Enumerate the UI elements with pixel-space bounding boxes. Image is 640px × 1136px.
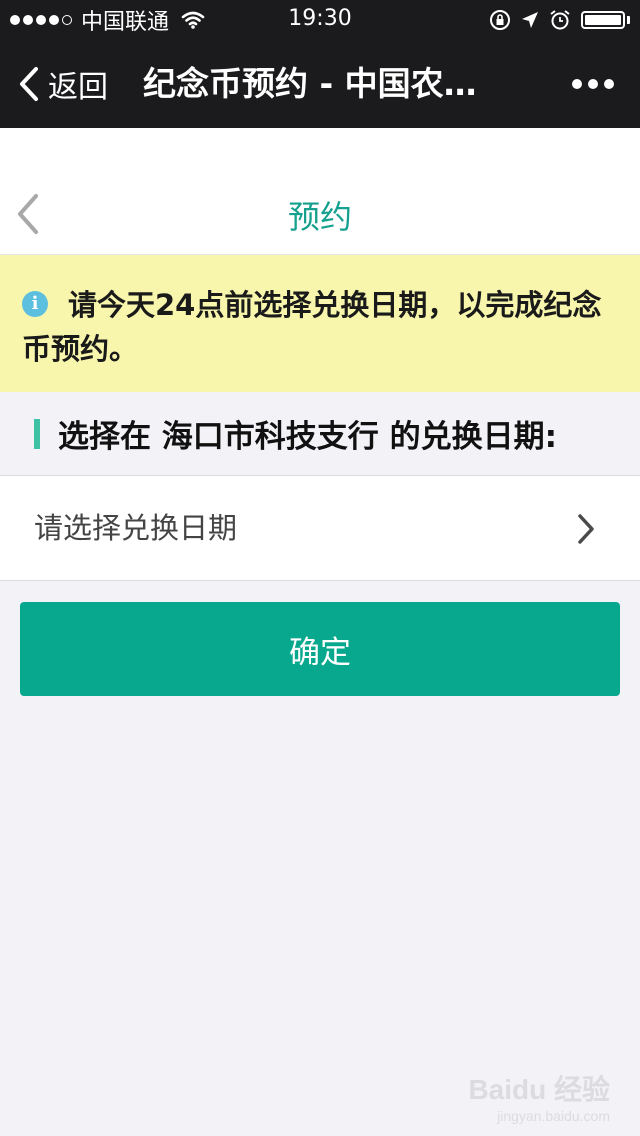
- watermark-sub: jingyan.baidu.com: [497, 1108, 610, 1124]
- more-button[interactable]: [566, 40, 614, 128]
- accent-bar: [34, 418, 40, 449]
- page-title: 预约: [287, 198, 352, 236]
- chevron-left-icon: [20, 67, 38, 101]
- battery-tip: [627, 16, 630, 24]
- nav-title: 纪念币预约 - 中国农…: [143, 64, 477, 103]
- section-heading-text: 选择在 海口市科技支行 的兑换日期:: [58, 419, 557, 455]
- alarm-icon: [549, 9, 571, 31]
- location-arrow-icon: [521, 11, 539, 29]
- page-header: 预约: [0, 128, 640, 255]
- date-select[interactable]: 请选择兑换日期: [0, 475, 640, 581]
- notice-text: 请今天24点前选择兑换日期，以完成纪念币预约。: [22, 288, 602, 366]
- info-icon: i: [22, 291, 48, 317]
- section-heading: 选择在 海口市科技支行 的兑换日期:: [0, 392, 640, 475]
- nav-back-label: 返回: [48, 70, 108, 105]
- watermark-main: Baidu 经验: [468, 1074, 610, 1105]
- chevron-right-icon: [578, 514, 594, 544]
- status-bar: 中国联通 19:30: [0, 0, 640, 40]
- date-select-placeholder: 请选择兑换日期: [34, 511, 238, 545]
- nav-bar: 返回 纪念币预约 - 中国农…: [0, 40, 640, 128]
- notice-banner: i 请今天24点前选择兑换日期，以完成纪念币预约。: [0, 255, 640, 392]
- nav-back-button[interactable]: 返回: [18, 40, 108, 128]
- battery-icon: [581, 11, 625, 29]
- confirm-button[interactable]: 确定: [20, 602, 620, 696]
- baidu-watermark: Baidu 经验 jingyan.baidu.com: [468, 1068, 610, 1124]
- rotation-lock-icon: [489, 9, 511, 31]
- more-dots-icon: [566, 79, 614, 89]
